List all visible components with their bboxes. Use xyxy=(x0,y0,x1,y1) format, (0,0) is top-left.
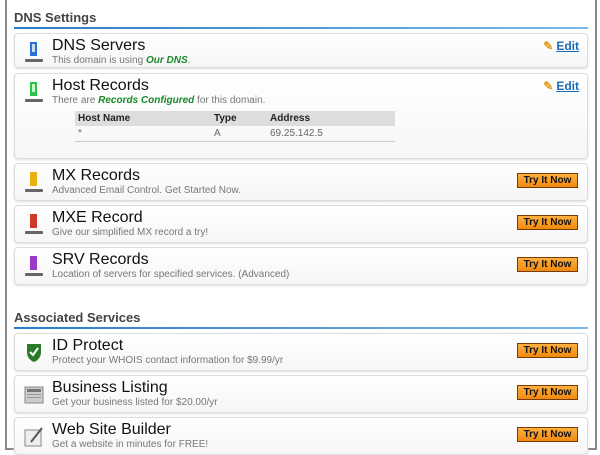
card-title: SRV Records xyxy=(52,251,149,268)
server-icon xyxy=(25,256,43,276)
dns-settings-heading: DNS Settings xyxy=(14,10,588,29)
web-site-builder-try-it-now-button[interactable]: Try It Now xyxy=(517,427,578,442)
server-icon xyxy=(25,42,43,62)
mxe-record-card: MXE Record Give our simplified MX record… xyxy=(14,205,588,243)
card-subtitle: This domain is using Our DNS. xyxy=(52,55,191,66)
card-subtitle: Get a website in minutes for FREE! xyxy=(52,439,209,450)
column-header: Host Name xyxy=(75,111,211,126)
associated-services-heading: Associated Services xyxy=(14,310,588,329)
card-subtitle: Give our simplified MX record a try! xyxy=(52,227,209,238)
column-header: Type xyxy=(211,111,267,126)
host-records-card: Host Records There are Records Configure… xyxy=(14,73,588,159)
srv-try-it-now-button[interactable]: Try It Now xyxy=(517,257,578,272)
edit-host-records-link[interactable]: ✎ Edit xyxy=(543,79,579,93)
mxe-try-it-now-button[interactable]: Try It Now xyxy=(517,215,578,230)
server-icon xyxy=(25,82,43,102)
cell: A xyxy=(211,126,267,142)
card-subtitle: Advanced Email Control. Get Started Now. xyxy=(52,185,241,196)
id-protect-try-it-now-button[interactable]: Try It Now xyxy=(517,343,578,358)
card-title: Business Listing xyxy=(52,379,168,396)
edit-dns-servers-link[interactable]: ✎ Edit xyxy=(543,39,579,53)
mx-try-it-now-button[interactable]: Try It Now xyxy=(517,173,578,188)
card-subtitle: Location of servers for specified servic… xyxy=(52,269,290,280)
srv-records-card: SRV Records Location of servers for spec… xyxy=(14,247,588,285)
card-title: MXE Record xyxy=(52,209,143,226)
card-subtitle: Protect your WHOIS contact information f… xyxy=(52,355,284,366)
pen-paper-icon xyxy=(24,427,43,447)
mx-records-card: MX Records Advanced Email Control. Get S… xyxy=(14,163,588,201)
web-site-builder-card: Web Site Builder Get a website in minute… xyxy=(14,417,588,455)
server-icon xyxy=(25,172,43,192)
business-listing-try-it-now-button[interactable]: Try It Now xyxy=(517,385,578,400)
card-title: Web Site Builder xyxy=(52,421,171,438)
shield-check-icon xyxy=(27,344,41,362)
card-subtitle: There are Records Configured for this do… xyxy=(52,95,266,106)
server-icon xyxy=(25,214,43,234)
pencil-icon: ✎ xyxy=(543,39,554,53)
dns-servers-card: DNS Servers This domain is using Our DNS… xyxy=(14,33,588,68)
card-title: MX Records xyxy=(52,167,141,184)
host-records-table: Host Name Type Address * A 69.25.142.5 xyxy=(75,111,395,142)
newspaper-icon xyxy=(24,386,44,404)
id-protect-card: ID Protect Protect your WHOIS contact in… xyxy=(14,333,588,371)
business-listing-card: Business Listing Get your business liste… xyxy=(14,375,588,413)
card-title: Host Records xyxy=(52,77,149,94)
cell: 69.25.142.5 xyxy=(267,126,395,142)
table-row: * A 69.25.142.5 xyxy=(75,126,395,142)
column-header: Address xyxy=(267,111,395,126)
card-title: DNS Servers xyxy=(52,37,146,54)
pencil-icon: ✎ xyxy=(543,79,554,93)
card-title: ID Protect xyxy=(52,337,124,354)
card-subtitle: Get your business listed for $20.00/yr xyxy=(52,397,218,408)
cell: * xyxy=(75,126,211,142)
